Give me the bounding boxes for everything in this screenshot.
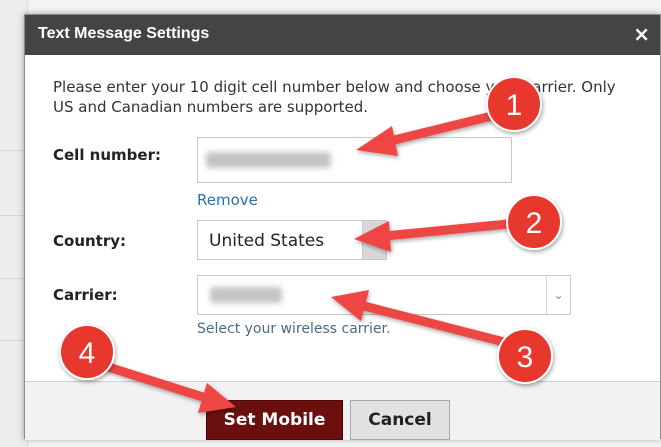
set-mobile-button[interactable]: Set Mobile: [206, 400, 343, 440]
country-label: Country:: [53, 232, 127, 250]
country-selected-value: United States: [209, 231, 325, 251]
cell-number-input[interactable]: [197, 137, 512, 183]
redacted-phone-number: [206, 152, 331, 168]
carrier-select[interactable]: ⌄: [197, 275, 571, 315]
dialog-intro-text: Please enter your 10 digit cell number b…: [53, 78, 616, 116]
chevron-down-glyph: ⌄: [553, 288, 564, 302]
carrier-label: Carrier:: [53, 286, 118, 304]
cancel-button[interactable]: Cancel: [350, 400, 450, 440]
text-message-settings-dialog: Text Message Settings × Please enter you…: [24, 14, 661, 440]
redacted-carrier-value: [210, 287, 282, 303]
cell-number-label: Cell number:: [53, 146, 161, 164]
dialog-title: Text Message Settings: [38, 25, 210, 42]
chevron-down-icon[interactable]: ⌄: [546, 276, 570, 314]
dialog-titlebar: Text Message Settings ×: [25, 15, 660, 55]
dialog-footer: Set Mobile Cancel: [25, 381, 660, 440]
country-dropdown-arrow[interactable]: [362, 221, 386, 259]
carrier-help-text: Select your wireless carrier.: [197, 321, 391, 337]
close-icon[interactable]: ×: [633, 22, 650, 46]
remove-link[interactable]: Remove: [197, 191, 258, 209]
country-select[interactable]: United States: [197, 220, 387, 260]
